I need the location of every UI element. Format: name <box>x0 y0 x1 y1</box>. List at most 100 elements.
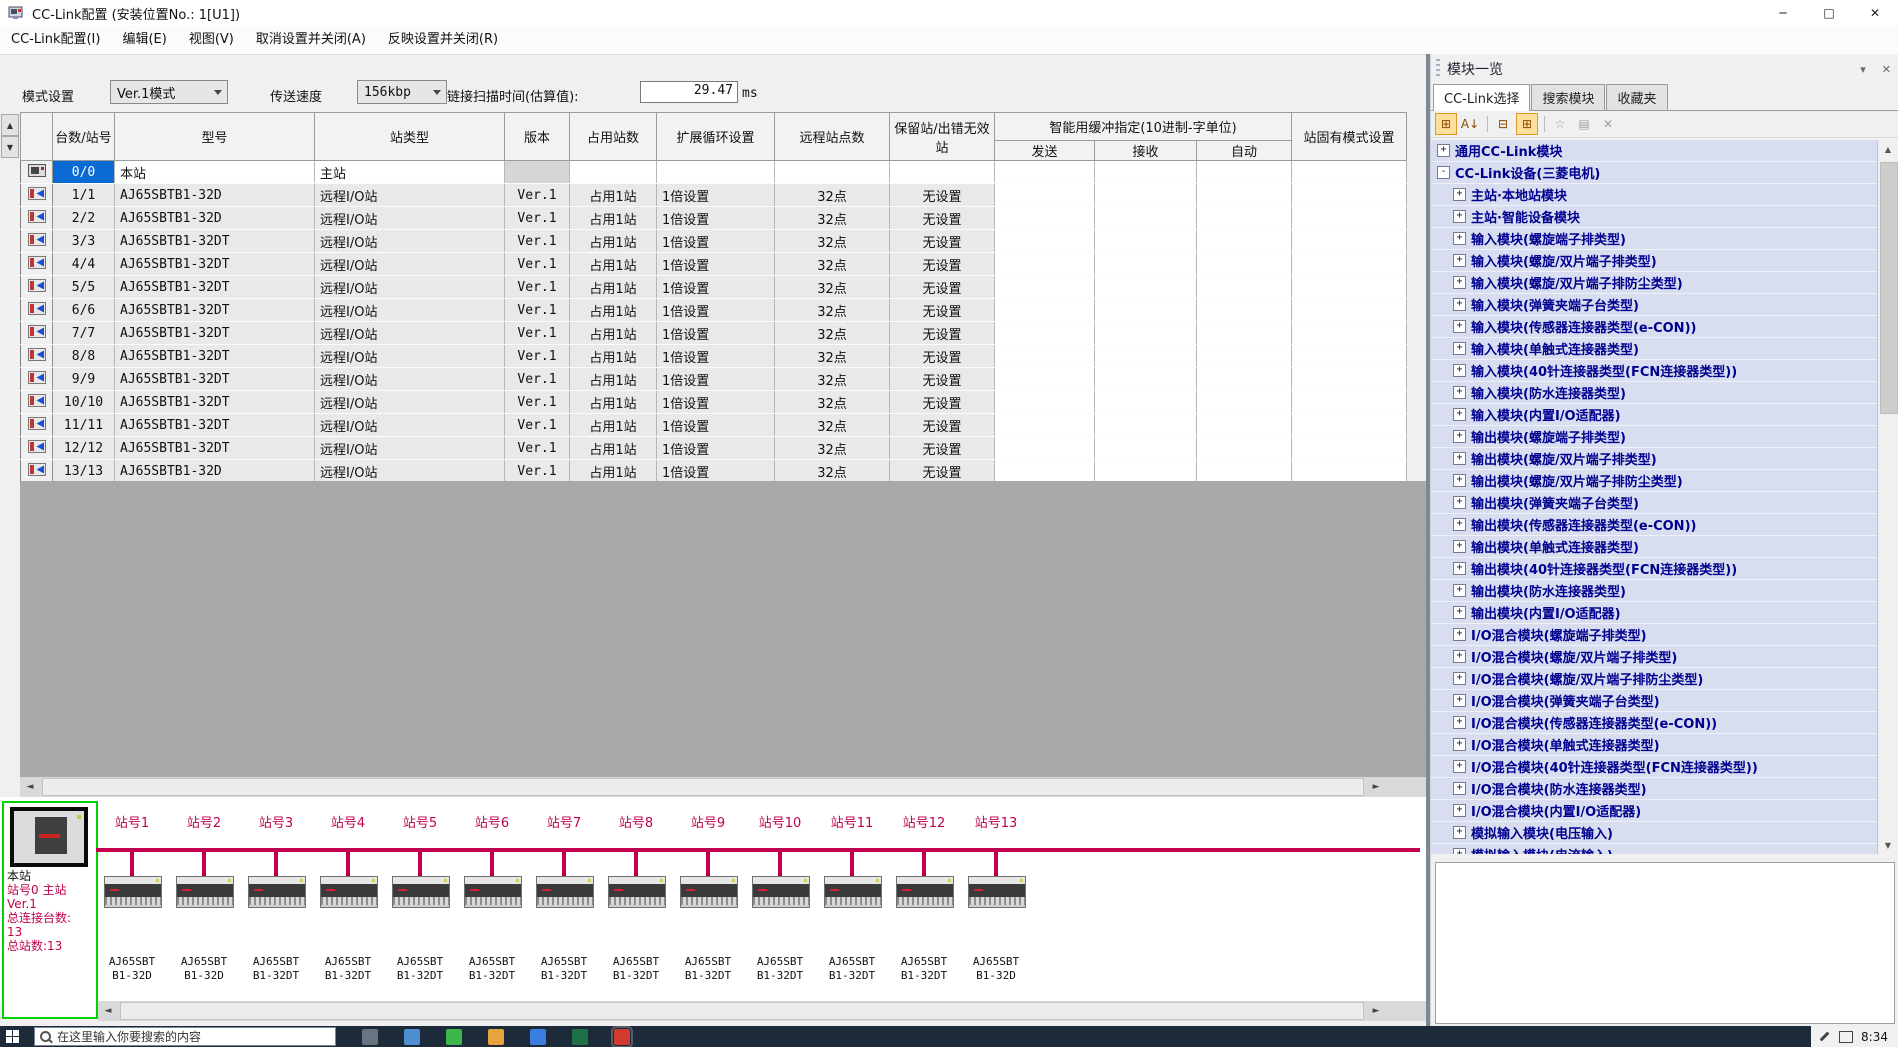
expand-icon[interactable]: + <box>1453 364 1466 377</box>
cell-send[interactable] <box>995 230 1095 253</box>
cell-model[interactable]: AJ65SBTB1-32DT <box>115 345 315 368</box>
scroll-left-icon[interactable]: ◄ <box>20 777 40 797</box>
tree-item[interactable]: +I/O混合模块(螺旋/双片端子排防尘类型) <box>1431 668 1877 690</box>
tree-item[interactable]: +输入模块(40针连接器类型(FCN连接器类型)) <box>1431 360 1877 382</box>
remote-module-image[interactable] <box>392 876 450 908</box>
remote-module-image[interactable] <box>104 876 162 908</box>
cell-ver[interactable]: Ver.1 <box>505 368 570 391</box>
cell-send[interactable] <box>995 322 1095 345</box>
cell-num[interactable]: 12/12 <box>53 437 115 460</box>
cell-reserve[interactable]: 无设置 <box>890 299 995 322</box>
cell-cycle[interactable]: 1倍设置 <box>657 184 775 207</box>
tree-item[interactable]: +I/O混合模块(单触式连接器类型) <box>1431 734 1877 756</box>
remote-row-icon-cell[interactable] <box>21 207 53 230</box>
cell-model[interactable]: AJ65SBTB1-32D <box>115 460 315 483</box>
cell-occupied[interactable]: 占用1站 <box>570 437 657 460</box>
delete-icon[interactable]: ✕ <box>1597 113 1619 135</box>
expand-icon[interactable]: + <box>1453 826 1466 839</box>
diagram-horizontal-scrollbar[interactable]: ◄ ► <box>98 1001 1426 1021</box>
station-number-label[interactable]: 站号2 <box>169 812 239 831</box>
cell-reserve[interactable]: 无设置 <box>890 460 995 483</box>
cell-auto[interactable] <box>1197 184 1292 207</box>
table-row[interactable]: 6/6AJ65SBTB1-32DT远程I/O站Ver.1占用1站1倍设置32点无… <box>21 299 1407 322</box>
station-number-label[interactable]: 站号12 <box>889 812 959 831</box>
cell-mode[interactable] <box>1292 276 1407 299</box>
tree-item[interactable]: +输出模块(40针连接器类型(FCN连接器类型)) <box>1431 558 1877 580</box>
remote-module-image[interactable] <box>680 876 738 908</box>
remote-module-image[interactable] <box>248 876 306 908</box>
cell-send[interactable] <box>995 276 1095 299</box>
tree-item[interactable]: +I/O混合模块(传感器连接器类型(e-CON)) <box>1431 712 1877 734</box>
cell-points[interactable]: 32点 <box>775 299 890 322</box>
taskbar-app-icon[interactable] <box>572 1029 588 1045</box>
cell-occupied[interactable]: 占用1站 <box>570 230 657 253</box>
taskbar-app-icon[interactable] <box>404 1029 420 1045</box>
cell-cycle[interactable]: 1倍设置 <box>657 368 775 391</box>
remote-row-icon-cell[interactable] <box>21 299 53 322</box>
expand-icon[interactable]: + <box>1453 342 1466 355</box>
cell-cycle[interactable]: 1倍设置 <box>657 299 775 322</box>
cell-cycle[interactable]: 1倍设置 <box>657 460 775 483</box>
row-scroll-up-button[interactable]: ▲ <box>1 114 19 136</box>
table-row[interactable]: 9/9AJ65SBTB1-32DT远程I/O站Ver.1占用1站1倍设置32点无… <box>21 368 1407 391</box>
cell-occupied[interactable]: 占用1站 <box>570 276 657 299</box>
cell-occupied[interactable]: 占用1站 <box>570 322 657 345</box>
cell-occupied[interactable]: 占用1站 <box>570 207 657 230</box>
sort-az-icon[interactable]: A↓ <box>1459 113 1481 135</box>
cell-reserve[interactable]: 无设置 <box>890 230 995 253</box>
remote-module-image[interactable] <box>176 876 234 908</box>
tab-favorites[interactable]: 收藏夹 <box>1606 84 1667 110</box>
cell-mode[interactable] <box>1292 322 1407 345</box>
cell-mode[interactable] <box>1292 230 1407 253</box>
collapse-all-icon[interactable]: ⊟ <box>1492 113 1514 135</box>
expand-icon[interactable]: + <box>1453 672 1466 685</box>
cell-num[interactable]: 6/6 <box>53 299 115 322</box>
cell-reserve[interactable]: 无设置 <box>890 276 995 299</box>
station-number-label[interactable]: 站号5 <box>385 812 455 831</box>
row-scroll-down-button[interactable]: ▼ <box>1 136 19 158</box>
tree-item[interactable]: +输入模块(内置I/O适配器) <box>1431 404 1877 426</box>
cell-model[interactable]: AJ65SBTB1-32DT <box>115 253 315 276</box>
cell-type[interactable]: 远程I/O站 <box>315 207 505 230</box>
cell-ver[interactable]: Ver.1 <box>505 345 570 368</box>
table-row[interactable]: 10/10AJ65SBTB1-32DT远程I/O站Ver.1占用1站1倍设置32… <box>21 391 1407 414</box>
cell-occupied[interactable]: 占用1站 <box>570 299 657 322</box>
table-row[interactable]: 3/3AJ65SBTB1-32DT远程I/O站Ver.1占用1站1倍设置32点无… <box>21 230 1407 253</box>
scrollbar-thumb[interactable] <box>42 778 1364 796</box>
tree-item[interactable]: -CC-Link设备(三菱电机) <box>1431 162 1877 184</box>
cell-model[interactable]: AJ65SBTB1-32DT <box>115 299 315 322</box>
expand-icon[interactable]: + <box>1453 584 1466 597</box>
taskbar-app-icon[interactable] <box>446 1029 462 1045</box>
close-icon[interactable]: ✕ <box>1874 63 1898 76</box>
tree-item[interactable]: +输出模块(弹簧夹端子台类型) <box>1431 492 1877 514</box>
station-number-label[interactable]: 站号11 <box>817 812 887 831</box>
cell-send[interactable] <box>995 414 1095 437</box>
expand-icon[interactable]: + <box>1453 298 1466 311</box>
remote-row-icon-cell[interactable] <box>21 253 53 276</box>
expand-icon[interactable]: + <box>1453 518 1466 531</box>
cell-type[interactable]: 远程I/O站 <box>315 299 505 322</box>
cell-num[interactable]: 8/8 <box>53 345 115 368</box>
cell-occupied[interactable]: 占用1站 <box>570 368 657 391</box>
cell-points[interactable]: 32点 <box>775 230 890 253</box>
cell-model[interactable]: AJ65SBTB1-32DT <box>115 414 315 437</box>
tree-item[interactable]: +I/O混合模块(内置I/O适配器) <box>1431 800 1877 822</box>
expand-icon[interactable]: + <box>1453 738 1466 751</box>
cell-type[interactable]: 远程I/O站 <box>315 345 505 368</box>
tree-item[interactable]: +输入模块(螺旋/双片端子排类型) <box>1431 250 1877 272</box>
cell-mode[interactable] <box>1292 184 1407 207</box>
expand-items-icon[interactable]: ⊞ <box>1435 113 1457 135</box>
table-row[interactable]: 0/0本站主站 <box>21 161 1407 184</box>
tab-search-module[interactable]: 搜索模块 <box>1531 84 1605 110</box>
cell-occupied[interactable]: 占用1站 <box>570 253 657 276</box>
touch-keyboard-icon[interactable] <box>1839 1031 1853 1043</box>
cell-auto[interactable] <box>1197 253 1292 276</box>
tree-item[interactable]: +I/O混合模块(防水连接器类型) <box>1431 778 1877 800</box>
cell-occupied[interactable]: 占用1站 <box>570 414 657 437</box>
cell-cycle[interactable]: 1倍设置 <box>657 437 775 460</box>
taskbar-app-icon[interactable] <box>362 1029 378 1045</box>
menu-item-2[interactable]: 编辑(E) <box>111 26 177 54</box>
cell-model[interactable]: AJ65SBTB1-32D <box>115 207 315 230</box>
cell-auto[interactable] <box>1197 368 1292 391</box>
cell-recv[interactable] <box>1095 276 1197 299</box>
